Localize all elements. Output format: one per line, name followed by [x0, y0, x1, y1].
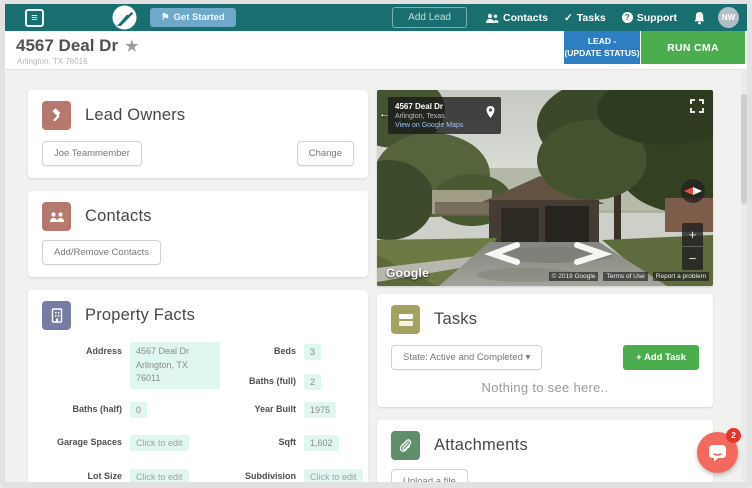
map-pin-icon	[486, 106, 495, 118]
property-facts-card: Property Facts Address 4567 Deal Dr Arli…	[28, 290, 368, 482]
property-header: 4567 Deal Dr ★ Arlington, TX 76016 LEAD …	[5, 31, 747, 70]
field-label: Sqft	[278, 437, 297, 447]
google-logo: Google	[386, 266, 430, 280]
contacts-group-icon	[42, 202, 71, 231]
question-icon: ?	[621, 12, 633, 23]
street-view-panorama[interactable]: ← 4567 Deal Dr Arlington, Texas View on …	[377, 90, 713, 286]
upload-file-button[interactable]: Upload a file	[391, 469, 468, 482]
nav-tasks[interactable]: ✓ Tasks	[564, 12, 606, 24]
zoom-in-button[interactable]: +	[682, 223, 703, 247]
card-title: Tasks	[434, 310, 478, 328]
zoom-out-button[interactable]: −	[682, 247, 703, 270]
left-column: Lead Owners Joe Teammember Change Contac…	[28, 90, 368, 482]
sv-address-line1: 4567 Deal Dr	[395, 102, 444, 111]
top-nav: ≡ ⚑ Get Started Add Lead Contacts ✓ Task…	[5, 4, 747, 31]
address-field[interactable]: 4567 Deal Dr Arlington, TX 76011	[130, 342, 220, 389]
street-view-address-card: 4567 Deal Dr Arlington, Texas View on Go…	[388, 97, 501, 134]
field-label: Beds	[273, 346, 296, 356]
get-started-button[interactable]: ⚑ Get Started	[150, 8, 236, 27]
run-cma-button[interactable]: RUN CMA	[641, 31, 745, 64]
card-title: Lead Owners	[85, 106, 186, 124]
paperclip-icon	[391, 431, 420, 460]
app-logo[interactable]	[112, 5, 137, 30]
field-label: Baths (half)	[72, 404, 123, 414]
nav-support[interactable]: ? Support	[621, 12, 677, 24]
add-remove-contacts-button[interactable]: Add/Remove Contacts	[42, 240, 162, 265]
building-icon	[42, 301, 71, 330]
flag-icon: ⚑	[161, 12, 170, 23]
owner-button[interactable]: Joe Teammember	[42, 141, 142, 166]
app-window: ≡ ⚑ Get Started Add Lead Contacts ✓ Task…	[5, 4, 747, 482]
menu-icon[interactable]: ≡	[25, 8, 44, 27]
sv-address-line2: Arlington, Texas	[395, 113, 445, 120]
contacts-card: Contacts Add/Remove Contacts	[28, 191, 368, 277]
task-state-filter-dropdown[interactable]: State: Active and Completed ▾	[391, 345, 543, 370]
card-title: Attachments	[434, 436, 528, 454]
field-label: Subdivision	[244, 471, 296, 481]
chat-widget-button[interactable]: 2	[697, 428, 741, 473]
lot-size-field[interactable]: Click to edit	[130, 469, 189, 482]
field-label: Address	[85, 346, 122, 356]
attachments-card: Attachments Upload a file	[377, 420, 713, 482]
field-label: Lot Size	[87, 471, 122, 481]
chevron-down-icon: ▾	[525, 352, 531, 363]
lead-status-button[interactable]: LEAD - (UPDATE STATUS)	[564, 31, 640, 64]
report-problem-link[interactable]: Report a problem	[652, 272, 709, 281]
year-built-field[interactable]: 1975	[304, 402, 337, 418]
sqft-field[interactable]: 1,602	[304, 435, 339, 451]
card-title: Contacts	[85, 207, 152, 225]
check-icon: ✓	[563, 11, 573, 24]
card-title: Property Facts	[85, 306, 196, 324]
people-icon	[486, 13, 499, 23]
chat-unread-badge: 2	[726, 428, 741, 443]
right-column: ← 4567 Deal Dr Arlington, Texas View on …	[377, 90, 713, 482]
empty-tasks-message: Nothing to see here..	[481, 380, 609, 395]
lead-owners-card: Lead Owners Joe Teammember Change	[28, 90, 368, 178]
field-label: Baths (full)	[249, 376, 296, 386]
user-avatar[interactable]: NW	[718, 7, 739, 28]
page-title: 4567 Deal Dr ★	[16, 36, 139, 55]
terms-link[interactable]: Terms of Use	[603, 272, 648, 281]
add-task-button[interactable]: + Add Task	[623, 345, 699, 370]
copyright-text: © 2019 Google	[548, 272, 599, 281]
field-label: Year Built	[254, 404, 296, 414]
tasks-card: Tasks State: Active and Completed ▾ + Ad…	[377, 294, 713, 407]
scrollbar-track[interactable]	[741, 70, 747, 482]
subdivision-field[interactable]: Click to edit	[304, 469, 363, 482]
beds-field[interactable]: 3	[304, 344, 322, 360]
field-label: Garage Spaces	[56, 437, 122, 447]
scrollbar-thumb[interactable]	[741, 94, 747, 204]
favorite-star-icon[interactable]: ★	[125, 37, 138, 55]
view-on-google-maps-link[interactable]: View on Google Maps	[395, 122, 494, 129]
chat-bubble-icon	[709, 444, 726, 461]
nav-contacts[interactable]: Contacts	[485, 12, 548, 24]
baths-full-field[interactable]: 2	[304, 374, 322, 390]
gavel-icon	[42, 101, 71, 130]
task-list-icon	[391, 305, 420, 334]
compass-icon[interactable]	[680, 178, 706, 204]
street-view-zoom-control: + −	[682, 223, 703, 270]
add-lead-button[interactable]: Add Lead	[392, 7, 467, 28]
fullscreen-icon[interactable]	[690, 99, 704, 113]
garage-spaces-field[interactable]: Click to edit	[130, 435, 189, 451]
notifications-bell-icon[interactable]	[693, 11, 706, 25]
change-owner-button[interactable]: Change	[296, 141, 354, 166]
property-facts-grid: Address 4567 Deal Dr Arlington, TX 76011…	[42, 342, 363, 482]
screenshot-frame: ≡ ⚑ Get Started Add Lead Contacts ✓ Task…	[0, 0, 752, 488]
property-location: Arlington, TX 76016	[17, 57, 88, 66]
baths-half-field[interactable]: 0	[130, 402, 148, 418]
